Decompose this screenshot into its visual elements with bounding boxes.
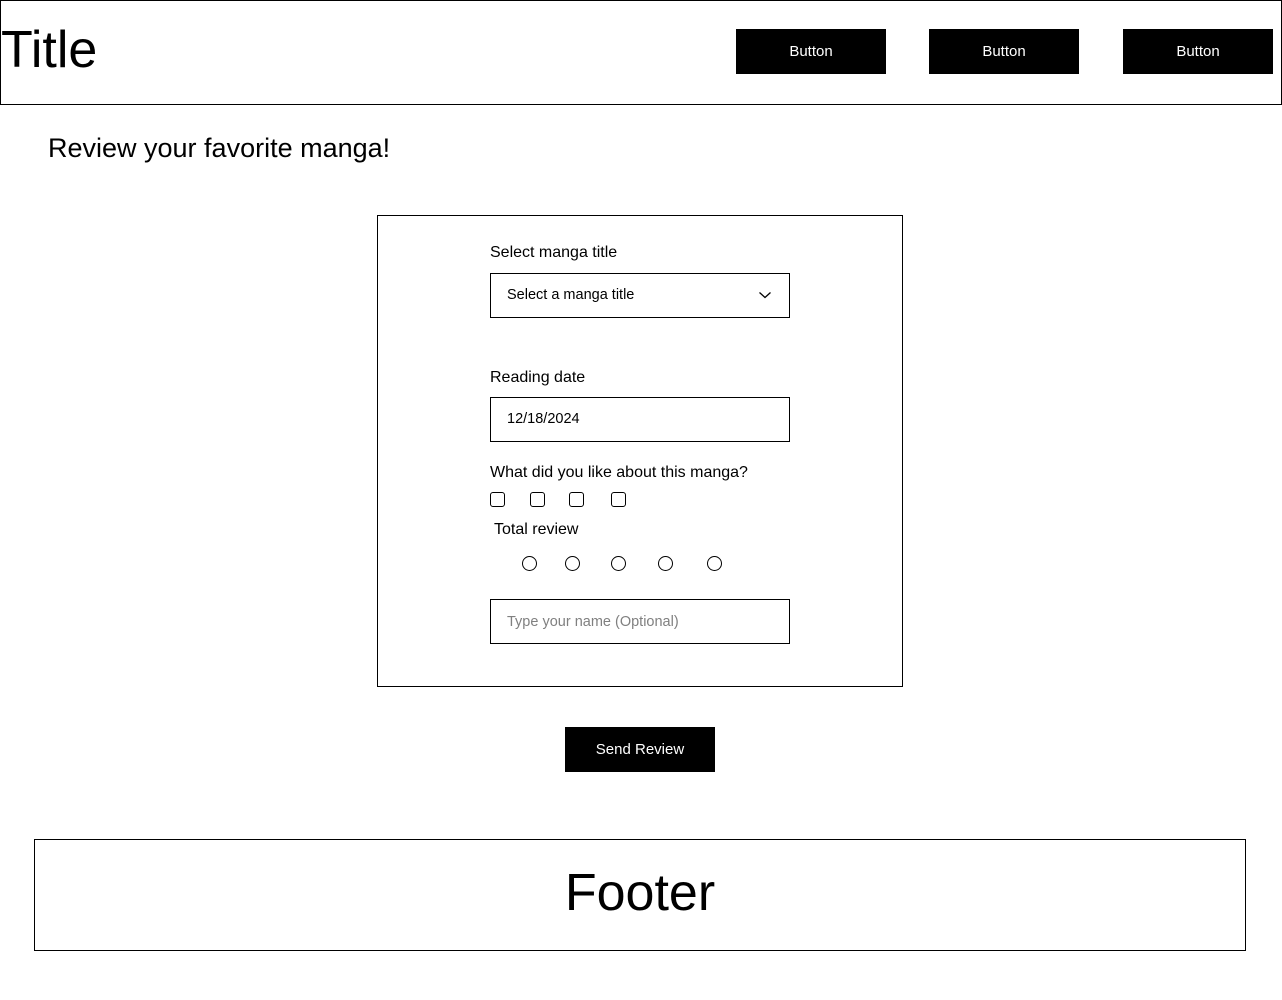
like-checkbox-1[interactable] — [490, 492, 505, 507]
manga-title-label: Select manga title — [490, 244, 618, 261]
rating-radio-4[interactable] — [658, 556, 673, 571]
reading-date-field[interactable]: 12/18/2024 — [490, 397, 790, 442]
name-field — [490, 599, 790, 644]
likes-label: What did you like about this manga? — [490, 464, 748, 481]
rating-radio-3[interactable] — [611, 556, 626, 571]
footer-text: Footer — [564, 864, 716, 922]
reading-date-value: 12/18/2024 — [507, 411, 580, 427]
rating-radio-1[interactable] — [522, 556, 537, 571]
nav-button-1[interactable]: Button — [736, 29, 886, 74]
header-title: Title — [1, 21, 98, 79]
total-review-label: Total review — [494, 521, 579, 538]
page-heading: Review your favorite manga! — [48, 133, 391, 163]
reading-date-label: Reading date — [490, 369, 586, 386]
like-checkbox-2[interactable] — [530, 492, 545, 507]
send-review-button[interactable]: Send Review — [565, 727, 715, 772]
name-input[interactable] — [491, 600, 789, 643]
rating-radio-5[interactable] — [707, 556, 722, 571]
like-checkbox-4[interactable] — [611, 492, 626, 507]
footer: Footer — [34, 839, 1246, 951]
nav-button-2[interactable]: Button — [929, 29, 1079, 74]
chevron-down-icon — [759, 292, 771, 299]
rating-radio-2[interactable] — [565, 556, 580, 571]
manga-title-select-value: Select a manga title — [507, 287, 635, 303]
nav-button-3[interactable]: Button — [1123, 29, 1273, 74]
manga-title-select[interactable]: Select a manga title — [490, 273, 790, 318]
header: Title Button Button Button — [0, 0, 1282, 105]
like-checkbox-3[interactable] — [569, 492, 584, 507]
